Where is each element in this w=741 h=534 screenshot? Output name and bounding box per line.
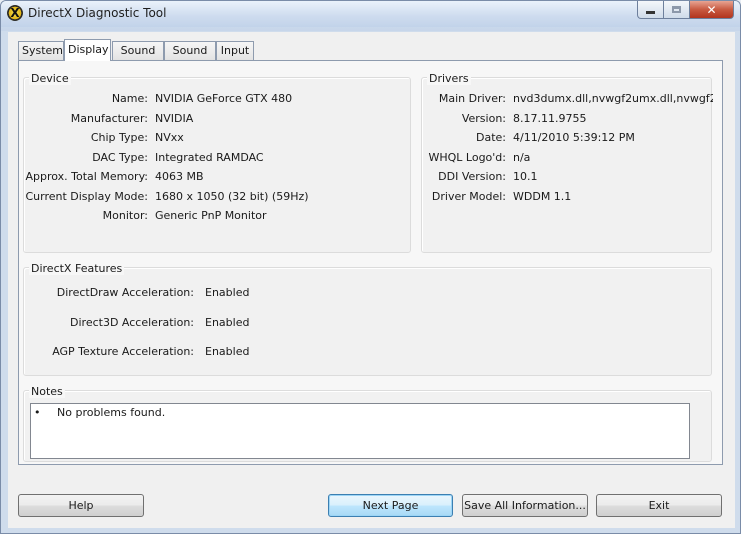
display-mode-value: 1680 x 1050 (32 bit) (59Hz) bbox=[155, 190, 309, 203]
directdraw-value: Enabled bbox=[205, 286, 250, 299]
tab-sound-2[interactable]: Sound 2 bbox=[164, 41, 216, 74]
tab-input[interactable]: Input bbox=[216, 41, 254, 60]
notes-title: Notes bbox=[29, 385, 65, 398]
driver-model-label: Driver Model: bbox=[431, 190, 506, 203]
directx-icon: X bbox=[7, 5, 23, 21]
tab-sound-1[interactable]: Sound 1 bbox=[112, 41, 164, 74]
notes-group: Notes • No problems found. bbox=[23, 385, 712, 462]
driver-model-value: WDDM 1.1 bbox=[513, 190, 572, 203]
date-label: Date: bbox=[476, 131, 506, 144]
notes-line: No problems found. bbox=[57, 406, 166, 419]
client-area: System Display Sound 1 Sound 2 Input Dev… bbox=[8, 32, 735, 528]
maximize-button[interactable] bbox=[664, 1, 690, 19]
directx-features-group: DirectX Features DirectDraw Acceleration… bbox=[23, 262, 712, 376]
device-group-title: Device bbox=[29, 72, 71, 85]
agp-texture-value: Enabled bbox=[205, 345, 250, 358]
date-value: 4/11/2010 5:39:12 PM bbox=[513, 131, 635, 144]
drivers-group: Drivers Main Driver: nvd3dumx.dll,nvwgf2… bbox=[421, 72, 713, 253]
tab-display[interactable]: Display bbox=[64, 39, 111, 61]
chip-type-value: NVxx bbox=[155, 131, 184, 144]
save-all-information-button[interactable]: Save All Information... bbox=[462, 494, 588, 517]
notes-textbox[interactable]: • No problems found. bbox=[30, 403, 690, 459]
window-title: DirectX Diagnostic Tool bbox=[28, 6, 167, 20]
agp-texture-label: AGP Texture Acceleration: bbox=[52, 345, 194, 358]
manufacturer-label: Manufacturer: bbox=[70, 112, 148, 125]
maximize-icon bbox=[672, 6, 681, 13]
whql-label: WHQL Logo'd: bbox=[428, 151, 506, 164]
display-tab-panel: Device Name: NVIDIA GeForce GTX 480 Manu… bbox=[18, 60, 723, 465]
monitor-value: Generic PnP Monitor bbox=[155, 209, 267, 222]
main-driver-label: Main Driver: bbox=[438, 92, 506, 105]
direct3d-label: Direct3D Acceleration: bbox=[70, 316, 194, 329]
tab-system[interactable]: System bbox=[18, 41, 64, 60]
close-button[interactable]: ✕ bbox=[690, 1, 734, 19]
drivers-group-title: Drivers bbox=[427, 72, 471, 85]
main-driver-value: nvd3dumx.dll,nvwgf2umx.dll,nvwgf2 bbox=[513, 92, 713, 105]
directdraw-label: DirectDraw Acceleration: bbox=[56, 286, 194, 299]
direct3d-value: Enabled bbox=[205, 316, 250, 329]
window-controls: ✕ bbox=[637, 1, 734, 19]
title-bar[interactable]: X DirectX Diagnostic Tool ✕ bbox=[1, 1, 740, 27]
display-mode-label: Current Display Mode: bbox=[25, 190, 148, 203]
minimize-icon bbox=[646, 11, 655, 14]
minimize-button[interactable] bbox=[637, 1, 664, 19]
version-value: 8.17.11.9755 bbox=[513, 112, 587, 125]
device-name-label: Name: bbox=[111, 92, 148, 105]
device-name-value: NVIDIA GeForce GTX 480 bbox=[155, 92, 293, 105]
dxdiag-window: X DirectX Diagnostic Tool ✕ System Displ… bbox=[0, 0, 741, 534]
memory-label: Approx. Total Memory: bbox=[25, 170, 149, 183]
help-button[interactable]: Help bbox=[18, 494, 144, 517]
close-icon: ✕ bbox=[706, 2, 717, 17]
memory-value: 4063 MB bbox=[155, 170, 204, 183]
monitor-label: Monitor: bbox=[102, 209, 148, 222]
version-label: Version: bbox=[461, 112, 506, 125]
device-group: Device Name: NVIDIA GeForce GTX 480 Manu… bbox=[23, 72, 411, 253]
dac-type-value: Integrated RAMDAC bbox=[155, 151, 264, 164]
manufacturer-value: NVIDIA bbox=[155, 112, 194, 125]
whql-value: n/a bbox=[513, 151, 531, 164]
ddi-version-label: DDI Version: bbox=[438, 170, 506, 183]
notes-bullet: • bbox=[34, 406, 41, 419]
next-page-button[interactable]: Next Page bbox=[328, 494, 453, 517]
dac-type-label: DAC Type: bbox=[92, 151, 148, 164]
chip-type-label: Chip Type: bbox=[90, 131, 148, 144]
ddi-version-value: 10.1 bbox=[513, 170, 538, 183]
directx-features-title: DirectX Features bbox=[29, 262, 125, 275]
exit-button[interactable]: Exit bbox=[596, 494, 722, 517]
